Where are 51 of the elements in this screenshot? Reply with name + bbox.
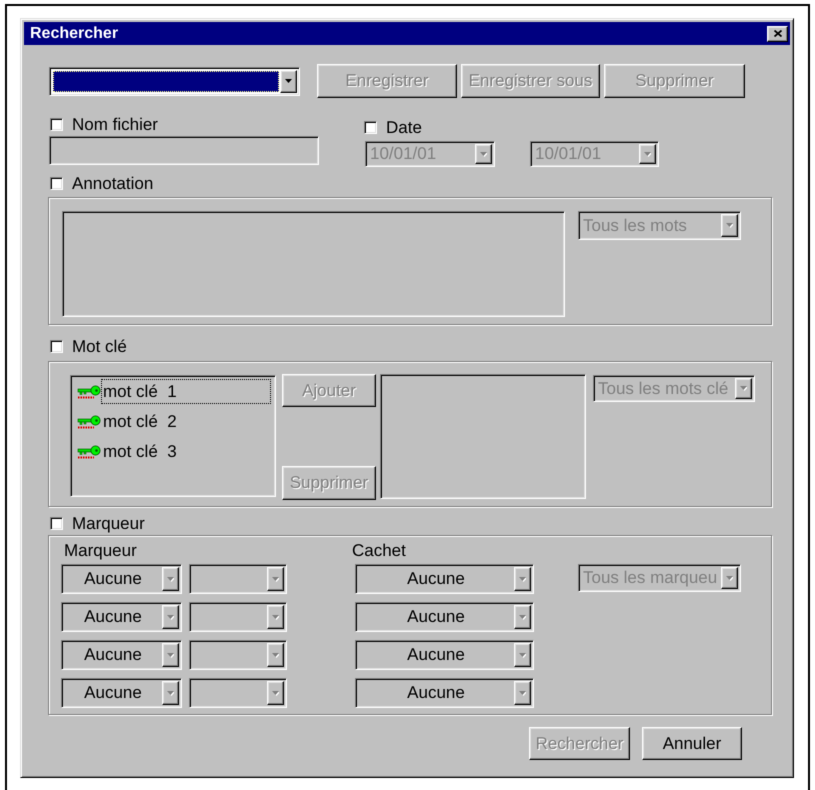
annotation-field[interactable]	[62, 211, 565, 317]
key-icon	[77, 414, 101, 428]
caret-icon[interactable]	[267, 681, 284, 705]
keyword-item[interactable]: mot clé 1	[101, 379, 271, 404]
caret-icon[interactable]	[162, 567, 179, 591]
caret-icon[interactable]	[280, 70, 297, 92]
key-icon	[77, 444, 101, 458]
key-icon	[77, 384, 101, 398]
checkbox[interactable]	[50, 118, 63, 131]
checkbox-label[interactable]: Nom fichier	[72, 114, 158, 134]
keyword-item[interactable]: mot clé 2	[101, 409, 271, 434]
checkbox-label[interactable]: Marqueur	[72, 514, 145, 534]
marker-combobox[interactable]: Aucune	[61, 564, 182, 594]
stamp-combobox[interactable]: Aucune	[355, 564, 534, 594]
checkbox[interactable]	[50, 340, 63, 353]
keyword-list[interactable]: mot clé 1 mot clé 2 mot clé 3	[70, 375, 276, 497]
cancel-button[interactable]: Annuler	[642, 727, 742, 760]
close-icon	[774, 30, 782, 37]
marker-combobox[interactable]: Aucune	[61, 602, 182, 632]
keyword-item[interactable]: mot clé 3	[101, 439, 271, 464]
saved-search-combobox[interactable]	[49, 66, 300, 96]
column-heading: Marqueur	[64, 541, 138, 561]
caret-icon[interactable]	[162, 643, 179, 667]
caret-icon[interactable]	[162, 605, 179, 629]
checkbox[interactable]	[50, 517, 63, 530]
marker-value-combobox[interactable]	[189, 678, 287, 708]
caret-icon[interactable]	[267, 567, 284, 591]
marker-value-combobox[interactable]	[189, 640, 287, 670]
selected-keyword-list[interactable]	[380, 374, 586, 499]
caret-icon[interactable]	[267, 605, 284, 629]
marker-value-combobox[interactable]	[189, 602, 287, 632]
checkbox-label[interactable]: Date	[386, 118, 422, 138]
checkbox[interactable]	[50, 177, 63, 190]
caret-icon[interactable]	[267, 643, 284, 667]
caret-icon[interactable]	[514, 681, 531, 705]
caret-icon[interactable]	[514, 567, 531, 591]
checkbox-label[interactable]: Mot clé	[72, 336, 127, 356]
caret-icon[interactable]	[162, 681, 179, 705]
marker-value-combobox[interactable]	[189, 564, 287, 594]
caret-icon[interactable]	[514, 605, 531, 629]
checkbox-label[interactable]: Annotation	[72, 174, 154, 194]
marker-combobox[interactable]: Aucune	[61, 640, 182, 670]
stamp-combobox[interactable]: Aucune	[355, 602, 534, 632]
checkbox[interactable]	[364, 121, 377, 134]
caret-icon[interactable]	[514, 643, 531, 667]
close-button[interactable]	[767, 26, 788, 42]
column-heading: Cachet	[352, 541, 407, 561]
marker-combobox[interactable]: Aucune	[61, 678, 182, 708]
stamp-combobox[interactable]: Aucune	[355, 678, 534, 708]
window-title: Rechercher	[30, 24, 118, 44]
stamp-combobox[interactable]: Aucune	[355, 640, 534, 670]
